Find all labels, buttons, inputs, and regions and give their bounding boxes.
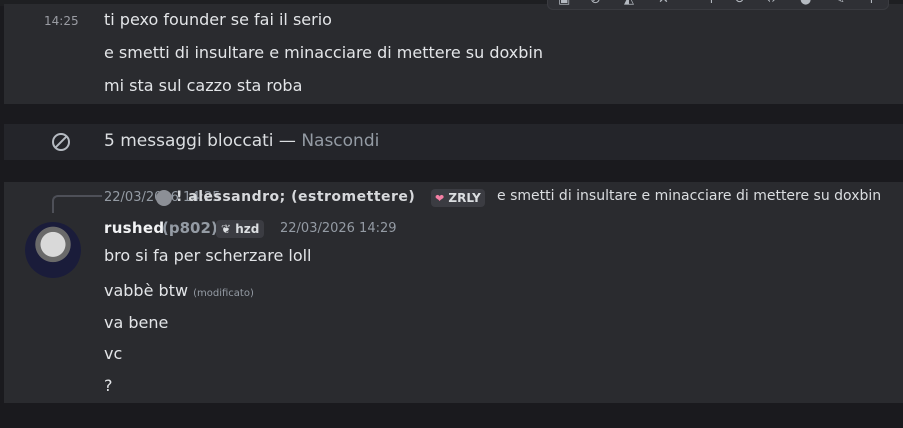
message-line: ? [104,376,113,395]
author-nickname[interactable]: (p802) [162,219,218,237]
message-timestamp: 14:25 [44,14,79,28]
author-timestamp: 22/03/2026 14:29 [280,221,397,236]
message-text: vabbè btw [104,281,189,300]
avatar[interactable] [25,222,81,278]
blocked-messages-label: 5 messaggi bloccati — Nascondi [104,131,379,151]
author-name[interactable]: rushed [104,219,164,237]
code-icon[interactable]: ‹› [766,0,780,7]
more-icon[interactable]: + [866,0,880,7]
message-line: bro si fa per scherzare loll [104,246,312,265]
reply-preview-text[interactable]: e smetti di insultare e minacciare di me… [497,188,881,204]
author-server-tag: ❦ hzd [216,220,265,238]
reply-author-name[interactable]: ! alessandro; (estromettere) [176,189,415,205]
message-line: va bene [104,313,169,332]
blocked-messages-row: 5 messaggi bloccati — Nascondi [4,124,903,160]
refresh-icon[interactable]: ↻ [734,0,748,7]
reply-tag-label: ZRLY [448,191,481,205]
edit-icon[interactable]: ✎ [834,0,848,7]
reply-server-tag: ❤ ZRLY [431,189,485,207]
message-line: ti pexo founder se fai il serio [104,10,332,29]
mention-icon[interactable]: ◭ [624,0,638,7]
blocked-icon [52,133,70,151]
message-line: vabbè btw (modificato) [104,281,254,300]
message-action-toolbar: ▣ ⊘ ◭ ✕ + ↻ ‹› ● ✎ + [547,0,889,10]
reply-connector [52,195,102,213]
blocked-count-text: 5 messaggi bloccati — [104,131,302,151]
plus-icon[interactable]: + [706,0,720,7]
reply-avatar[interactable] [156,190,172,206]
hide-blocked-link[interactable]: Nascondi [301,131,379,151]
message-line: e smetti di insultare e minacciare di me… [104,43,543,62]
author-tag-label: hzd [235,222,260,236]
close-x-icon[interactable]: ✕ [658,0,672,7]
link-icon[interactable]: ⊘ [590,0,604,7]
leaf-icon: ❦ [221,222,232,236]
reaction-icon[interactable]: ▣ [558,0,572,7]
edited-label: (modificato) [193,288,254,299]
circle-icon[interactable]: ● [800,0,814,7]
message-line: mi sta sul cazzo sta roba [104,76,303,95]
message-line: vc [104,344,123,363]
heart-icon: ❤ [435,192,445,205]
